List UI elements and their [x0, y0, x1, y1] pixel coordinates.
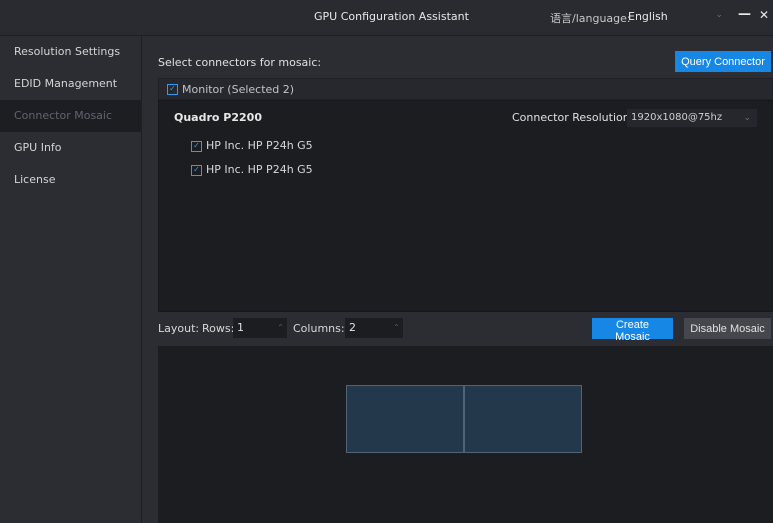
- title-bar: GPU Configuration Assistant 语言/language:…: [0, 0, 773, 36]
- monitor-header-label: Monitor (Selected 2): [182, 83, 295, 96]
- resolution-value: 1920x1080@75hz: [631, 112, 723, 123]
- main-panel: Select connectors for mosaic: Query Conn…: [142, 36, 773, 523]
- language-select[interactable]: English ⌄: [628, 10, 723, 26]
- monitor-item[interactable]: ✓ HP Inc. HP P24h G5: [191, 163, 313, 176]
- sidebar-item-edid-management[interactable]: EDID Management: [0, 68, 141, 100]
- monitor-label: HP Inc. HP P24h G5: [206, 163, 313, 176]
- sidebar-item-gpu-info[interactable]: GPU Info: [0, 132, 141, 164]
- rows-value: 1: [237, 321, 244, 334]
- query-connector-button[interactable]: Query Connector: [675, 51, 771, 72]
- disable-mosaic-button[interactable]: Disable Mosaic: [684, 318, 771, 339]
- mosaic-tile: [464, 385, 582, 453]
- spinner-icon[interactable]: ⌃: [277, 318, 284, 338]
- checkbox-icon[interactable]: ✓: [191, 140, 202, 152]
- columns-value: 2: [349, 321, 356, 334]
- rows-label: Rows:: [202, 322, 235, 335]
- connector-resolution-select[interactable]: 1920x1080@75hz ⌄: [627, 109, 757, 127]
- app-title: GPU Configuration Assistant: [314, 10, 469, 23]
- layout-bar: Layout: Rows: 1 ⌃ Columns: 2 ⌃ Create Mo…: [142, 318, 773, 344]
- checkbox-icon[interactable]: ✓: [167, 84, 178, 95]
- sidebar-item-resolution-settings[interactable]: Resolution Settings: [0, 36, 141, 68]
- rows-stepper[interactable]: 1 ⌃: [233, 318, 287, 338]
- columns-stepper[interactable]: 2 ⌃: [345, 318, 403, 338]
- monitor-label: HP Inc. HP P24h G5: [206, 139, 313, 152]
- language-select-value: English: [628, 10, 668, 23]
- monitor-item[interactable]: ✓ HP Inc. HP P24h G5: [191, 139, 313, 152]
- sidebar-item-license[interactable]: License: [0, 164, 141, 196]
- connector-panel: Quadro P2200 Connector Resolution: 1920x…: [158, 100, 773, 312]
- language-label: 语言/language:: [550, 12, 631, 25]
- columns-label: Columns:: [293, 322, 345, 335]
- minimize-icon[interactable]: —: [738, 7, 751, 25]
- sidebar-item-connector-mosaic[interactable]: Connector Mosaic: [0, 100, 141, 132]
- chevron-down-icon: ⌄: [715, 10, 723, 20]
- monitor-group-header[interactable]: ✓ Monitor (Selected 2): [158, 78, 773, 100]
- layout-label: Layout:: [158, 322, 200, 335]
- spinner-icon[interactable]: ⌃: [393, 318, 400, 338]
- select-connectors-label: Select connectors for mosaic:: [158, 56, 322, 69]
- mosaic-preview: [158, 346, 773, 523]
- close-icon[interactable]: ✕: [757, 8, 771, 24]
- chevron-down-icon: ⌄: [743, 113, 751, 123]
- gpu-name: Quadro P2200: [174, 111, 262, 124]
- mosaic-tile: [346, 385, 464, 453]
- checkbox-icon[interactable]: ✓: [191, 164, 202, 176]
- connector-resolution-label: Connector Resolution:: [512, 111, 634, 124]
- sidebar: Resolution Settings EDID Management Conn…: [0, 36, 142, 523]
- create-mosaic-button[interactable]: Create Mosaic: [592, 318, 673, 343]
